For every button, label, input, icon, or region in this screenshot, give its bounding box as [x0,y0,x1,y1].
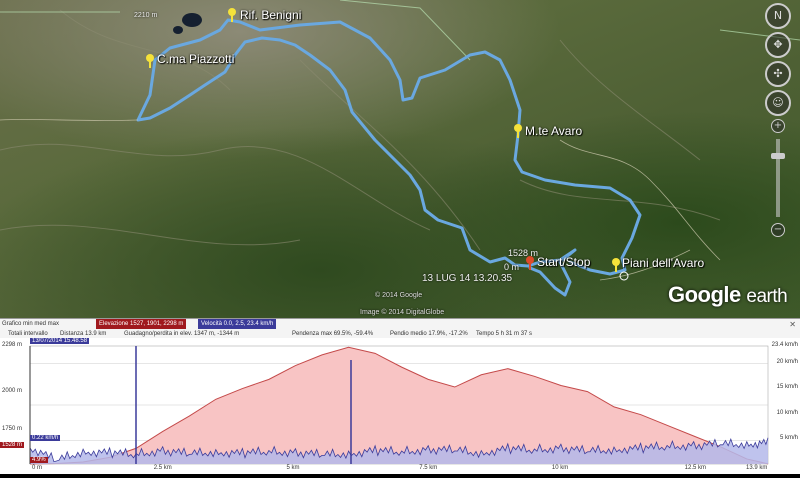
lake [173,26,183,34]
start-timestamp-label: 13 LUG 14 13.20.35 [422,273,513,284]
compass-icon[interactable]: N [765,3,791,29]
look-icon[interactable]: ✥ [765,32,791,58]
zoom-out-button[interactable]: − [771,223,785,237]
elevation-stat-button[interactable]: Elevazione 1527, 1901, 2298 m [96,319,187,329]
move-icon[interactable]: ✣ [765,61,791,87]
speed-stat-button[interactable]: Velocità 0.0, 2.5, 23.4 km/h [198,319,277,329]
x-tick-label: 7.5 km [419,465,438,471]
map-view[interactable]: Rif. Benigni C.ma Piazzotti M.te Avaro S… [0,0,800,318]
placemark-label[interactable]: C.ma Piazzotti [157,52,234,66]
cursor-distance: 0 m [32,465,43,471]
elevation-profile-stats: Grafico min med max Elevazione 1527, 190… [0,318,800,339]
street-view-icon[interactable]: ☺ [765,90,791,116]
zoom-slider[interactable] [771,139,785,217]
placemark-label[interactable]: Piani dell'Avaro [622,256,704,270]
placemark-label[interactable]: M.te Avaro [525,124,582,138]
y-right-tick-label: 23.4 km/h [771,342,798,348]
start-distance-label: 0 m [504,262,520,272]
close-icon[interactable]: ✕ [789,320,796,329]
cursor-elevation: 1528 m [0,442,25,448]
x-tick-label: 2.5 km [153,465,172,471]
placemark-label[interactable]: Start/Stop [537,255,590,269]
profile-plot[interactable] [0,338,800,474]
y-left-tick-label: 2298 m [2,342,23,348]
elevation-profile-chart[interactable]: 13/07/2014 15.48.58 1528 m 0.22 km/h 4.9… [0,338,800,474]
y-left-tick-label: 1750 m [2,425,23,432]
y-right-tick-label: 10 km/h [776,409,798,416]
imagery-credit: Image © 2014 DigitalGlobe [360,309,445,316]
zoom-slider-knob[interactable] [771,153,785,159]
cursor-speed: 0.22 km/h [30,435,61,441]
x-tick-label: 5 km [286,465,300,471]
y-right-tick-label: 15 km/h [776,384,798,391]
graph-label: Grafico min med max [2,321,60,327]
y-left-tick-label: 2000 m [2,387,23,394]
lake [182,13,202,27]
y-right-tick-label: 20 km/h [776,359,798,366]
cursor-timestamp: 13/07/2014 15.48.58 [30,338,90,344]
satellite-terrain [0,0,800,318]
placemark-label[interactable]: Rif. Benigni [240,8,301,22]
start-elevation-label: 1528 m [508,248,539,258]
x-tick-label: 13.9 km [746,465,768,471]
cursor-grade: 4.9% [30,457,48,463]
top-elevation-label: 2210 m [134,12,158,19]
navigation-controls[interactable]: N ✥ ✣ ☺ + − [763,0,793,239]
copyright-credit: © 2014 Google [375,292,423,299]
zoom-in-button[interactable]: + [771,119,785,133]
google-earth-logo: Google earth [668,282,788,307]
x-tick-label: 12.5 km [684,465,706,471]
x-tick-label: 10 km [551,465,569,471]
y-right-tick-label: 5 km/h [779,434,798,441]
